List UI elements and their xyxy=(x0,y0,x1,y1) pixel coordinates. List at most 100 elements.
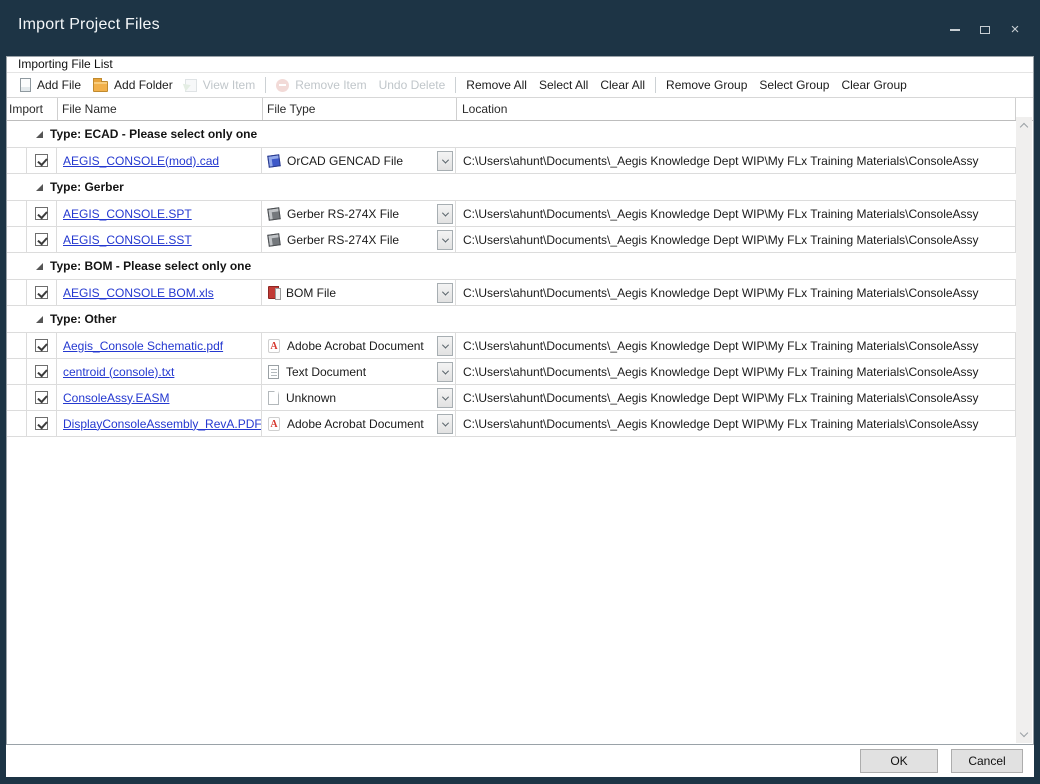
file-type-label: Unknown xyxy=(286,391,336,405)
file-row: Aegis_Console Schematic.pdf Adobe Acroba… xyxy=(7,333,1016,359)
file-type-dropdown-button[interactable] xyxy=(437,414,453,434)
file-type-dropdown-button[interactable] xyxy=(437,230,453,250)
import-checkbox[interactable] xyxy=(35,207,48,220)
import-checkbox[interactable] xyxy=(35,339,48,352)
group-header-row[interactable]: Type: Gerber xyxy=(7,174,1016,201)
file-type-dropdown-button[interactable] xyxy=(437,388,453,408)
file-type-label: OrCAD GENCAD File xyxy=(287,154,403,168)
file-list-grid: Type: ECAD - Please select only one AEGI… xyxy=(7,121,1033,437)
column-header-file-type[interactable]: File Type xyxy=(267,102,315,116)
row-indent xyxy=(7,411,27,436)
ok-button[interactable]: OK xyxy=(860,749,938,773)
row-indent xyxy=(7,359,27,384)
scroll-down-icon[interactable] xyxy=(1020,729,1028,737)
group-expander-icon[interactable] xyxy=(36,184,43,191)
group-header-row[interactable]: Type: Other xyxy=(7,306,1016,333)
group-header-row[interactable]: Type: BOM - Please select only one xyxy=(7,253,1016,280)
file-row: AEGIS_CONSOLE.SPT Gerber RS-274X File C:… xyxy=(7,201,1016,227)
import-checkbox[interactable] xyxy=(35,391,48,404)
group-expander-icon[interactable] xyxy=(36,316,43,323)
column-header-location[interactable]: Location xyxy=(462,102,507,116)
import-checkbox[interactable] xyxy=(35,233,48,246)
import-checkbox[interactable] xyxy=(35,286,48,299)
group-header-row[interactable]: Type: ECAD - Please select only one xyxy=(7,121,1016,148)
toolbar: Add File Add Folder View Item Remove Ite… xyxy=(7,72,1033,98)
import-checkbox[interactable] xyxy=(35,154,48,167)
remove-all-button[interactable]: Remove All xyxy=(460,74,533,96)
file-name-cell: Aegis_Console Schematic.pdf xyxy=(57,333,262,358)
file-name-link[interactable]: centroid (console).txt xyxy=(63,365,174,379)
vertical-scrollbar[interactable] xyxy=(1016,117,1032,743)
column-header-file-name[interactable]: File Name xyxy=(62,102,117,116)
file-type-cell: Adobe Acrobat Document xyxy=(262,411,456,436)
import-project-files-dialog: Import Project Files × Importing File Li… xyxy=(0,0,1040,784)
location-cell: C:\Users\ahunt\Documents\_Aegis Knowledg… xyxy=(456,201,1016,226)
group-label: Type: Other xyxy=(50,312,116,326)
file-name-link[interactable]: AEGIS_CONSOLE(mod).cad xyxy=(63,154,219,168)
group-expander-icon[interactable] xyxy=(36,263,43,270)
location-cell: C:\Users\ahunt\Documents\_Aegis Knowledg… xyxy=(456,385,1016,410)
import-cell xyxy=(27,333,57,358)
pdf-file-icon xyxy=(268,339,280,353)
bom-file-icon xyxy=(268,286,279,299)
column-divider xyxy=(262,98,263,120)
scroll-up-icon[interactable] xyxy=(1020,123,1028,131)
group-label: Type: BOM - Please select only one xyxy=(50,259,251,273)
file-type-dropdown-button[interactable] xyxy=(437,362,453,382)
close-icon: × xyxy=(1011,23,1020,37)
chevron-down-icon xyxy=(441,209,448,216)
minimize-button[interactable] xyxy=(948,23,962,37)
file-type-dropdown-button[interactable] xyxy=(437,283,453,303)
maximize-button[interactable] xyxy=(978,23,992,37)
file-icon xyxy=(20,78,31,92)
select-all-button[interactable]: Select All xyxy=(533,74,594,96)
file-name-cell: AEGIS_CONSOLE.SST xyxy=(57,227,262,252)
import-cell xyxy=(27,411,57,436)
location-cell: C:\Users\ahunt\Documents\_Aegis Knowledg… xyxy=(456,411,1016,436)
table-header: Import File Name File Type Location xyxy=(7,98,1033,121)
section-label: Importing File List xyxy=(7,57,1033,72)
file-row: AEGIS_CONSOLE(mod).cad OrCAD GENCAD File… xyxy=(7,148,1016,174)
file-type-cell: Gerber RS-274X File xyxy=(262,201,456,226)
select-group-button[interactable]: Select Group xyxy=(753,74,835,96)
file-type-label: Gerber RS-274X File xyxy=(287,233,399,247)
file-type-cell: OrCAD GENCAD File xyxy=(262,148,456,173)
import-checkbox[interactable] xyxy=(35,365,48,378)
clear-all-button[interactable]: Clear All xyxy=(594,74,651,96)
file-name-link[interactable]: AEGIS_CONSOLE.SST xyxy=(63,233,192,247)
file-type-cell: BOM File xyxy=(262,280,456,305)
group-expander-icon[interactable] xyxy=(36,131,43,138)
view-item-button[interactable]: View Item xyxy=(179,74,261,96)
remove-group-button[interactable]: Remove Group xyxy=(660,74,753,96)
undo-delete-button[interactable]: Undo Delete xyxy=(373,74,452,96)
add-file-button[interactable]: Add File xyxy=(14,74,87,96)
file-type-dropdown-button[interactable] xyxy=(437,204,453,224)
dialog-footer: OK Cancel xyxy=(6,745,1034,777)
clear-group-button[interactable]: Clear Group xyxy=(835,74,912,96)
file-type-label: Text Document xyxy=(286,365,366,379)
file-name-cell: DisplayConsoleAssembly_RevA.PDF xyxy=(57,411,262,436)
file-name-link[interactable]: AEGIS_CONSOLE.SPT xyxy=(63,207,192,221)
chevron-down-icon xyxy=(441,393,448,400)
content-panel: Importing File List Add File Add Folder … xyxy=(6,56,1034,745)
file-name-cell: AEGIS_CONSOLE(mod).cad xyxy=(57,148,262,173)
column-header-import[interactable]: Import xyxy=(9,102,43,116)
cancel-button[interactable]: Cancel xyxy=(951,749,1023,773)
file-name-link[interactable]: Aegis_Console Schematic.pdf xyxy=(63,339,223,353)
file-type-dropdown-button[interactable] xyxy=(437,151,453,171)
close-button[interactable]: × xyxy=(1008,23,1022,37)
file-name-link[interactable]: DisplayConsoleAssembly_RevA.PDF xyxy=(63,417,262,431)
column-divider xyxy=(57,98,58,120)
file-name-cell: AEGIS_CONSOLE BOM.xls xyxy=(57,280,262,305)
file-row: DisplayConsoleAssembly_RevA.PDF Adobe Ac… xyxy=(7,411,1016,437)
file-type-dropdown-button[interactable] xyxy=(437,336,453,356)
text-file-icon xyxy=(268,365,279,379)
add-folder-button[interactable]: Add Folder xyxy=(87,74,179,96)
import-checkbox[interactable] xyxy=(35,417,48,430)
remove-item-button[interactable]: Remove Item xyxy=(270,74,372,96)
file-type-label: Gerber RS-274X File xyxy=(287,207,399,221)
file-type-cell: Unknown xyxy=(262,385,456,410)
file-name-link[interactable]: AEGIS_CONSOLE BOM.xls xyxy=(63,286,214,300)
file-name-link[interactable]: ConsoleAssy.EASM xyxy=(63,391,169,405)
row-indent xyxy=(7,385,27,410)
